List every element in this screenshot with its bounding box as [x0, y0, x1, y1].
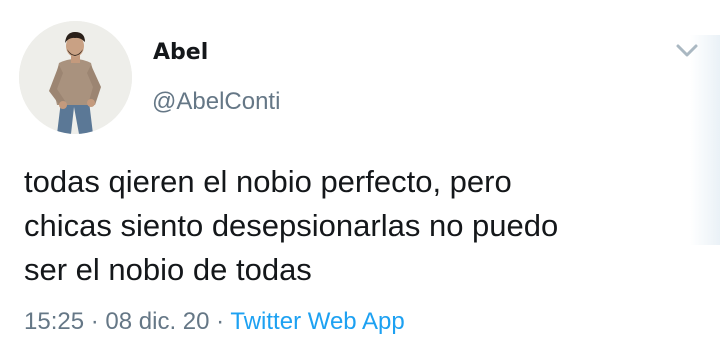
tweet-text-line: todas qieren el nobio perfecto, pero	[24, 164, 512, 199]
meta-separator: ·	[216, 308, 225, 335]
tweet-text-line: ser el nobio de todas	[24, 252, 312, 287]
author-handle[interactable]: @AbelConti	[152, 90, 280, 114]
author-name[interactable]: Abel	[153, 42, 208, 64]
tweet-text: todas qieren el nobio perfecto, pero chi…	[24, 160, 704, 292]
tweet-meta: 15:25 · 08 dic. 20 · Twitter Web App	[24, 310, 405, 334]
tweet-source-link[interactable]: Twitter Web App	[230, 308, 404, 335]
tweet-date[interactable]: 08 dic. 20	[105, 308, 209, 335]
tweet-time[interactable]: 15:25	[24, 308, 84, 335]
meta-separator: ·	[90, 308, 99, 335]
avatar[interactable]	[19, 21, 132, 134]
tweet-text-line: chicas siento desepsionarlas no puedo	[24, 208, 559, 243]
avatar-photo	[19, 21, 132, 134]
tweet-card: Abel @AbelConti todas qieren el nobio pe…	[0, 0, 720, 361]
chevron-down-icon[interactable]	[674, 41, 700, 61]
